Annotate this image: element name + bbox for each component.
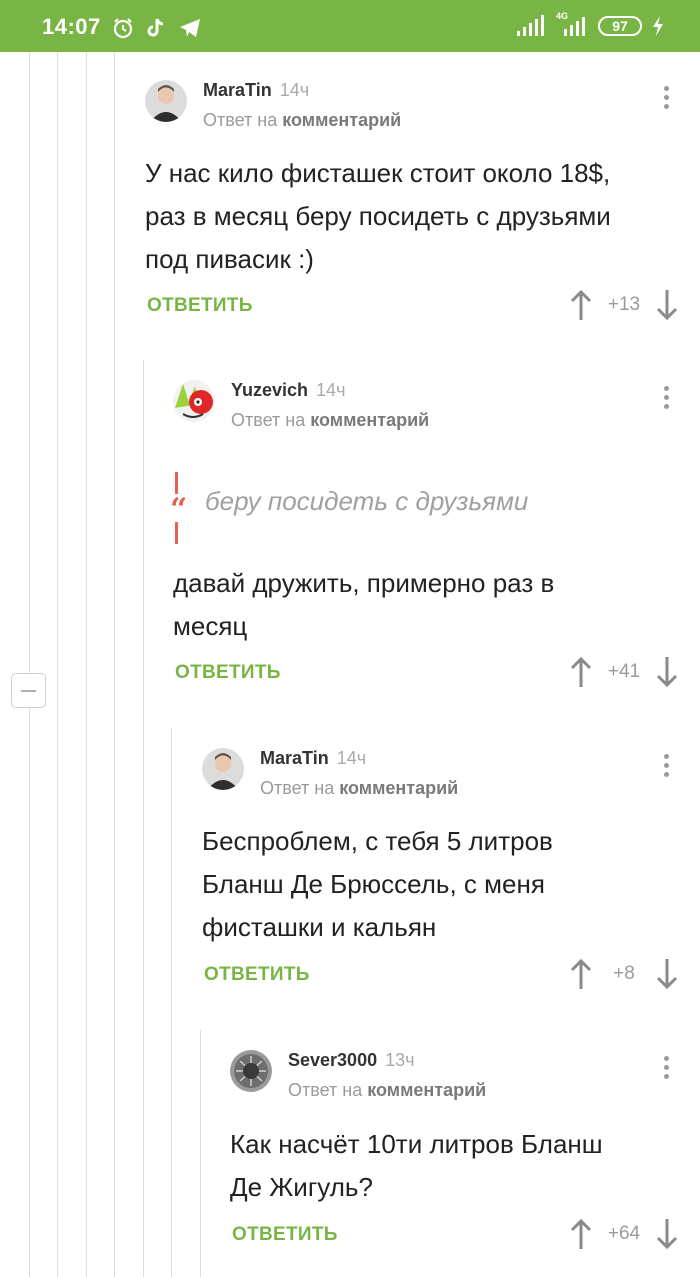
vote-controls: +64 bbox=[570, 1218, 678, 1250]
comment-actions: ОТВЕТИТЬ +41 bbox=[173, 656, 678, 692]
reply-button[interactable]: ОТВЕТИТЬ bbox=[232, 1224, 338, 1246]
comment-author[interactable]: Sever3000 13ч bbox=[288, 1050, 415, 1071]
reply-to-link[interactable]: комментарий bbox=[339, 778, 458, 798]
comment-time: 14ч bbox=[279, 80, 310, 100]
upvote-arrow-icon[interactable] bbox=[570, 656, 592, 688]
reply-to-line: Ответ на комментарий bbox=[260, 778, 458, 799]
status-left-icons bbox=[112, 17, 202, 39]
comment-text-line: Де Жигуль? bbox=[230, 1172, 373, 1202]
comment: MaraTin 14ч Ответ на комментарий Беспробл… bbox=[202, 720, 700, 1020]
comment-text-line: под пивасик :) bbox=[145, 244, 314, 274]
comment-text-line: месяц bbox=[173, 611, 248, 641]
comment-text-line: фисташки и кальян bbox=[202, 912, 437, 942]
comment-text-line: Беспроблем, с тебя 5 литров bbox=[202, 826, 553, 856]
reply-button[interactable]: ОТВЕТИТЬ bbox=[204, 964, 310, 986]
upvote-arrow-icon[interactable] bbox=[570, 289, 592, 321]
signal-icon bbox=[517, 15, 544, 36]
downvote-arrow-icon[interactable] bbox=[656, 656, 678, 688]
comment-time: 14ч bbox=[316, 380, 346, 400]
thread-line bbox=[86, 52, 87, 1277]
reply-button[interactable]: ОТВЕТИТЬ bbox=[175, 662, 281, 684]
reply-button[interactable]: ОТВЕТИТЬ bbox=[147, 295, 253, 317]
comment-score: +64 bbox=[607, 1223, 641, 1244]
comment-text: У нас кило фисташек стоит около 18$, раз… bbox=[145, 152, 611, 281]
comment-score: +41 bbox=[607, 661, 641, 682]
thread-line bbox=[171, 728, 172, 1277]
charging-icon bbox=[653, 16, 663, 36]
status-right-icons: 4G 97 bbox=[516, 11, 664, 37]
telegram-icon bbox=[180, 19, 200, 37]
quote-icon: “ bbox=[170, 492, 188, 527]
downvote-arrow-icon[interactable] bbox=[656, 1218, 678, 1250]
comment-actions: ОТВЕТИТЬ +13 bbox=[145, 289, 678, 325]
thread-line bbox=[57, 52, 58, 1277]
author-name[interactable]: Yuzevich bbox=[231, 380, 308, 400]
vote-controls: +13 bbox=[570, 289, 678, 321]
comment-actions: ОТВЕТИТЬ +8 bbox=[202, 958, 678, 994]
comment-quote: “ беру посидеть с друзьями bbox=[170, 470, 653, 544]
reply-to-line: Ответ на комментарий bbox=[203, 110, 401, 131]
reply-to-prefix: Ответ на bbox=[260, 778, 335, 798]
reply-to-link[interactable]: комментарий bbox=[367, 1080, 486, 1100]
author-name[interactable]: MaraTin bbox=[203, 80, 272, 100]
upvote-arrow-icon[interactable] bbox=[570, 1218, 592, 1250]
comment-text: давай дружить, примерно раз в месяц bbox=[173, 562, 554, 648]
comment: Sever3000 13ч Ответ на комментарий Как на… bbox=[230, 1022, 700, 1277]
comment-text-line: Бланш Де Брюссель, с меня bbox=[202, 869, 545, 899]
reply-to-link[interactable]: комментарий bbox=[282, 110, 401, 130]
battery-indicator: 97 bbox=[598, 16, 642, 36]
quote-bar bbox=[175, 472, 178, 494]
thread-line bbox=[29, 52, 30, 1277]
vote-controls: +41 bbox=[570, 656, 678, 688]
author-name[interactable]: Sever3000 bbox=[288, 1050, 377, 1070]
avatar[interactable] bbox=[145, 80, 187, 122]
alarm-icon bbox=[113, 18, 133, 39]
reply-to-line: Ответ на комментарий bbox=[288, 1080, 486, 1101]
downvote-arrow-icon[interactable] bbox=[656, 958, 678, 990]
upvote-arrow-icon[interactable] bbox=[570, 958, 592, 990]
reply-to-prefix: Ответ на bbox=[203, 110, 278, 130]
comment-score: +8 bbox=[613, 963, 635, 984]
reply-to-prefix: Ответ на bbox=[288, 1080, 363, 1100]
more-options-icon[interactable] bbox=[664, 1056, 670, 1082]
reply-to-prefix: Ответ на bbox=[231, 410, 306, 430]
more-options-icon[interactable] bbox=[664, 86, 670, 112]
comment-score: +13 bbox=[607, 294, 641, 315]
comment-actions: ОТВЕТИТЬ +64 bbox=[230, 1218, 678, 1254]
thread-line bbox=[200, 1030, 201, 1277]
comment-author[interactable]: Yuzevich 14ч bbox=[231, 380, 345, 401]
comment: MaraTin 14ч Ответ на комментарий У нас ки… bbox=[145, 52, 700, 352]
comment-text-line: У нас кило фисташек стоит около 18$, bbox=[145, 158, 611, 188]
comment-text-line: Как насчёт 10ти литров Бланш bbox=[230, 1129, 603, 1159]
vote-controls: +8 bbox=[570, 958, 678, 990]
reply-to-line: Ответ на комментарий bbox=[231, 410, 429, 431]
thread-line bbox=[143, 360, 144, 1277]
downvote-arrow-icon[interactable] bbox=[656, 289, 678, 321]
status-bar: 14:07 4G 97 bbox=[0, 0, 700, 52]
comment-text: Как насчёт 10ти литров Бланш Де Жигуль? bbox=[230, 1123, 603, 1209]
more-options-icon[interactable] bbox=[664, 386, 670, 412]
comment-time: 14ч bbox=[336, 748, 367, 768]
network-type: 4G bbox=[556, 11, 569, 21]
quote-bar bbox=[175, 522, 178, 544]
comment-text: Беспроблем, с тебя 5 литров Бланш Де Брю… bbox=[202, 820, 553, 949]
comment-author[interactable]: MaraTin 14ч bbox=[260, 748, 366, 769]
avatar[interactable] bbox=[230, 1050, 272, 1092]
reply-to-link[interactable]: комментарий bbox=[310, 410, 429, 430]
avatar[interactable] bbox=[202, 748, 244, 790]
comment-author[interactable]: MaraTin 14ч bbox=[203, 80, 309, 101]
signal-4g-icon: 4G bbox=[554, 11, 588, 37]
comment: Yuzevich 14ч Ответ на комментарий “ беру … bbox=[170, 352, 700, 722]
more-options-icon[interactable] bbox=[664, 754, 670, 780]
author-name[interactable]: MaraTin bbox=[260, 748, 329, 768]
comment-text-line: давай дружить, примерно раз в bbox=[173, 568, 555, 598]
comment-time: 13ч bbox=[385, 1050, 415, 1070]
collapse-thread-button[interactable] bbox=[11, 673, 46, 708]
thread-line bbox=[114, 52, 115, 1277]
status-time: 14:07 bbox=[42, 14, 101, 39]
avatar[interactable] bbox=[173, 380, 215, 422]
tiktok-icon bbox=[147, 18, 164, 37]
comment-text-line: раз в месяц беру посидеть с друзьями bbox=[145, 201, 611, 231]
quote-text: беру посидеть с друзьями bbox=[205, 486, 529, 516]
